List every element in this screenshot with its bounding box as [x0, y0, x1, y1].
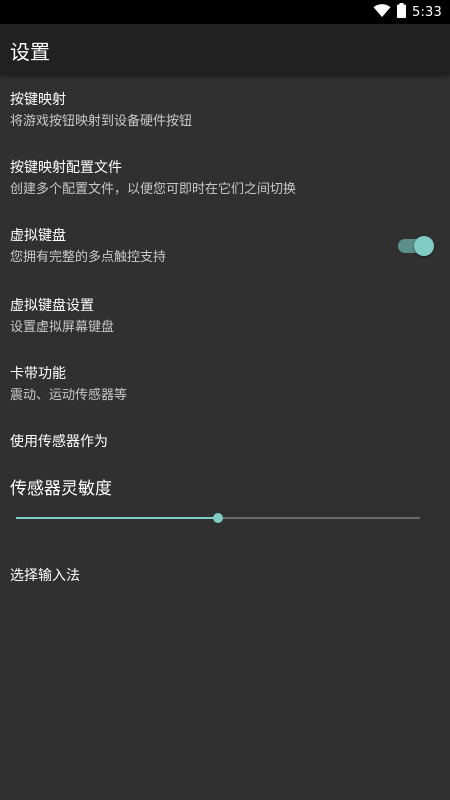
pref-title: 按键映射	[10, 92, 66, 108]
page-title: 设置	[10, 40, 50, 64]
slider-fill	[16, 517, 218, 519]
sensor-sensitivity-title: 传感器灵敏度	[10, 479, 112, 499]
pref-virtual-keyboard[interactable]: 虚拟键盘 您拥有完整的多点触控支持	[0, 216, 450, 274]
pref-title: 虚拟键盘设置	[10, 298, 94, 314]
pref-title: 选择输入法	[10, 568, 80, 584]
pref-virtual-keyboard-settings[interactable]: 虚拟键盘设置 设置虚拟屏幕键盘	[0, 286, 450, 344]
status-time: 5:33	[412, 4, 442, 20]
pref-summary: 您拥有完整的多点触控支持	[10, 250, 167, 265]
pref-input-method[interactable]: 选择输入法	[0, 556, 450, 596]
pref-summary: 创建多个配置文件，以便您可即时在它们之间切换	[10, 182, 297, 197]
status-bar: 5:33	[0, 0, 450, 24]
pref-title: 卡带功能	[10, 366, 66, 382]
switch-thumb	[414, 236, 434, 256]
pref-key-mapping[interactable]: 按键映射 将游戏按钮映射到设备硬件按钮	[0, 80, 450, 138]
slider-thumb[interactable]	[213, 513, 223, 523]
pref-cartridge-features[interactable]: 卡带功能 震动、运动传感器等	[0, 354, 450, 412]
virtual-keyboard-switch[interactable]	[398, 236, 434, 256]
pref-title: 虚拟键盘	[10, 228, 66, 244]
pref-use-sensor-as[interactable]: 使用传感器作为	[0, 422, 450, 462]
battery-icon	[397, 2, 406, 22]
pref-summary: 将游戏按钮映射到设备硬件按钮	[10, 114, 193, 129]
pref-key-mapping-profiles[interactable]: 按键映射配置文件 创建多个配置文件，以便您可即时在它们之间切换	[0, 148, 450, 206]
wifi-icon	[373, 3, 391, 22]
sensor-sensitivity-slider[interactable]	[16, 510, 420, 526]
status-icons: 5:33	[373, 0, 442, 24]
pref-summary: 震动、运动传感器等	[10, 388, 128, 403]
app-bar: 设置	[0, 24, 450, 74]
pref-title: 按键映射配置文件	[10, 160, 122, 176]
pref-summary: 设置虚拟屏幕键盘	[10, 320, 115, 335]
pref-title: 使用传感器作为	[10, 434, 108, 450]
